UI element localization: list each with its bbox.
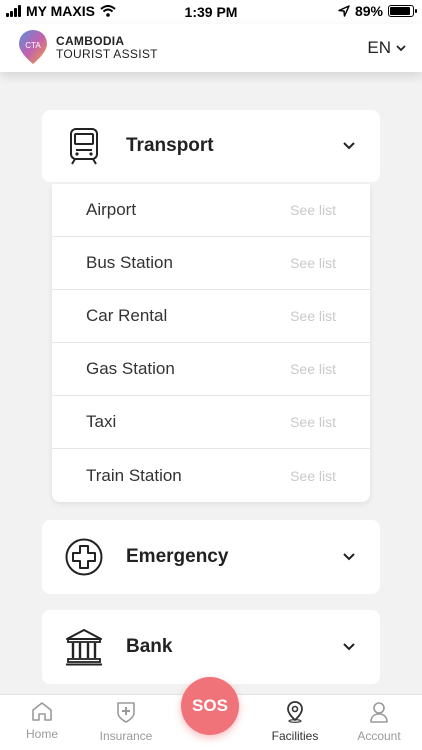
chevron-down-icon	[343, 643, 355, 651]
see-list-link[interactable]: See list	[290, 468, 336, 484]
status-right: 89%	[338, 3, 417, 19]
list-item-bus-station[interactable]: Bus Station See list	[52, 237, 370, 290]
home-icon	[32, 702, 52, 721]
tab-insurance[interactable]: Insurance	[86, 701, 166, 743]
list-item-label: Gas Station	[86, 359, 175, 378]
transport-sub-list: Airport See list Bus Station See list Ca…	[52, 184, 370, 502]
location-pin-icon	[287, 701, 303, 723]
see-list-link[interactable]: See list	[290, 414, 336, 430]
category-header[interactable]: Bank	[42, 610, 380, 684]
list-item-label: Taxi	[86, 412, 117, 431]
tab-label: Home	[25, 727, 58, 741]
list-item-label: Bus Station	[86, 253, 173, 272]
category-card-emergency[interactable]: Emergency	[42, 520, 380, 594]
see-list-link[interactable]: See list	[290, 361, 336, 377]
app-logo: CTA	[19, 30, 47, 64]
brand-name: CAMBODIA TOURIST ASSIST	[56, 35, 158, 61]
tab-label: Facilities	[271, 729, 319, 743]
category-title: Bank	[126, 636, 173, 657]
see-list-link[interactable]: See list	[290, 202, 336, 218]
brand-line-2: TOURIST ASSIST	[56, 47, 158, 61]
category-card-bank[interactable]: Bank	[42, 610, 380, 684]
insurance-icon	[117, 702, 135, 723]
app-header: CTA CAMBODIA TOURIST ASSIST EN	[0, 24, 422, 72]
location-arrow-icon	[338, 5, 350, 17]
tab-account[interactable]: Account	[339, 701, 419, 743]
medical-cross-icon	[65, 538, 103, 576]
svg-text:CTA: CTA	[25, 41, 41, 50]
list-item-train-station[interactable]: Train Station See list	[52, 449, 370, 502]
category-header[interactable]: Transport	[42, 110, 380, 182]
list-item-label: Airport	[86, 200, 137, 219]
battery-icon	[388, 5, 417, 17]
person-icon	[370, 702, 388, 723]
list-item-airport[interactable]: Airport See list	[52, 184, 370, 237]
see-list-link[interactable]: See list	[290, 255, 336, 271]
facilities-content: Transport Airport See list Bus Station S…	[0, 72, 422, 694]
chevron-down-icon	[343, 553, 355, 561]
category-title: Transport	[126, 135, 214, 156]
see-list-link[interactable]: See list	[290, 308, 336, 324]
tab-label: Insurance	[99, 729, 153, 743]
status-bar: MY MAXIS 1:39 PM 89%	[0, 0, 422, 24]
list-item-taxi[interactable]: Taxi See list	[52, 396, 370, 449]
chevron-down-icon	[343, 142, 355, 150]
chevron-down-icon	[396, 44, 406, 51]
list-item-car-rental[interactable]: Car Rental See list	[52, 290, 370, 343]
battery-percent: 89%	[354, 3, 383, 19]
tab-label: Account	[357, 729, 401, 743]
tab-facilities[interactable]: Facilities	[255, 701, 335, 743]
train-icon	[70, 128, 98, 165]
category-header[interactable]: Emergency	[42, 520, 380, 594]
language-selector[interactable]: EN	[367, 38, 406, 58]
bank-icon	[66, 629, 102, 666]
tab-home[interactable]: Home	[2, 701, 82, 741]
tab-bar: Home Insurance SOS Facilities Account	[0, 677, 422, 750]
list-item-label: Car Rental	[86, 306, 168, 325]
sos-button[interactable]: SOS	[181, 677, 239, 735]
list-item-gas-station[interactable]: Gas Station See list	[52, 343, 370, 396]
language-label: EN	[367, 38, 391, 57]
category-title: Emergency	[126, 546, 229, 567]
category-card-transport[interactable]: Transport	[42, 110, 380, 182]
list-item-label: Train Station	[86, 465, 182, 485]
